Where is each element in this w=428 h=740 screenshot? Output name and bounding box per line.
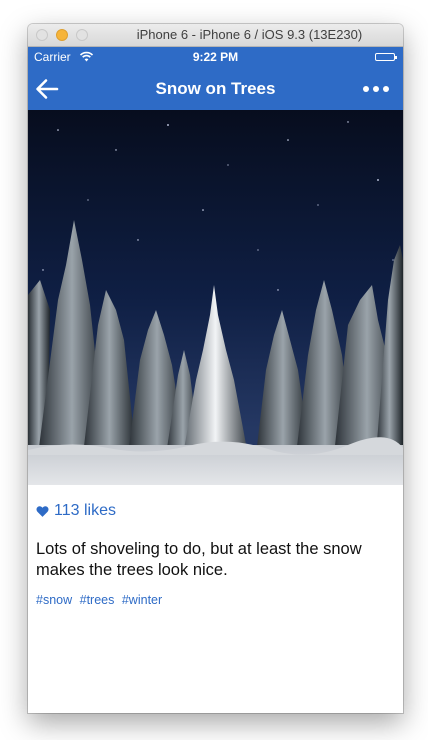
navigation-bar: Snow on Trees [28, 67, 403, 110]
hashtag-link[interactable]: #snow [36, 593, 72, 607]
page-title: Snow on Trees [155, 79, 276, 98]
likes-count: 113 likes [54, 502, 116, 519]
simulator-window: iPhone 6 - iPhone 6 / iOS 9.3 (13E230) C… [28, 24, 403, 713]
likes-row[interactable]: 113 likes [36, 501, 395, 521]
minimize-window-button[interactable] [56, 29, 68, 41]
post-caption: Lots of shoveling to do, but at least th… [36, 540, 362, 579]
simulator-titlebar: iPhone 6 - iPhone 6 / iOS 9.3 (13E230) [28, 24, 403, 47]
battery-icon [375, 53, 397, 61]
status-bar: Carrier 9:22 PM [28, 47, 403, 67]
zoom-window-button[interactable] [76, 29, 88, 41]
clock: 9:22 PM [192, 50, 239, 64]
simulator-window-title: iPhone 6 - iPhone 6 / iOS 9.3 (13E230) [136, 27, 363, 42]
back-arrow-icon[interactable] [34, 76, 60, 102]
hashtag-list: #snow #trees #winter [36, 593, 395, 607]
post-photo [28, 110, 403, 485]
more-dots-icon[interactable] [363, 83, 389, 95]
post-content: 113 likes Lots of shoveling to do, but a… [28, 501, 403, 607]
hashtag-link[interactable]: #winter [122, 593, 162, 607]
heart-icon [36, 505, 49, 517]
hashtag-link[interactable]: #trees [80, 593, 115, 607]
close-window-button[interactable] [36, 29, 48, 41]
